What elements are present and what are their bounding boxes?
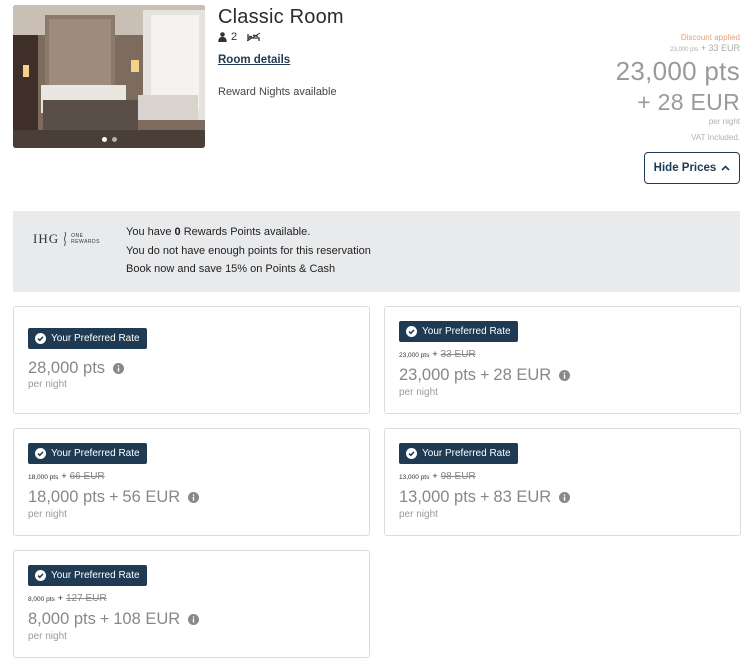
check-circle-icon (35, 333, 46, 344)
vat-label: VAT Included. (691, 133, 740, 142)
preferred-rate-badge: Your Preferred Rate (28, 565, 147, 586)
rate-card[interactable]: Your Preferred Rate 23,000 pts + 33 EUR … (384, 306, 741, 414)
info-icon[interactable] (188, 614, 200, 625)
per-night-label: per night (28, 509, 67, 520)
rate-card[interactable]: Your Preferred Rate 18,000 pts + 66 EUR … (13, 428, 370, 536)
room-details-link[interactable]: Room details (218, 54, 290, 66)
rewards-points-count: 0 (174, 226, 181, 238)
check-circle-icon (406, 326, 417, 337)
preferred-rate-badge: Your Preferred Rate (28, 443, 147, 464)
flame-icon (64, 232, 67, 246)
reward-nights-availability: Reward Nights available (218, 86, 337, 98)
room-meta: 2 (218, 31, 261, 43)
ihg-one-rewards-logo: IHG ONE REWARDS (33, 231, 100, 246)
preferred-rate-badge: Your Preferred Rate (399, 321, 518, 342)
per-night-label: per night (28, 631, 67, 642)
hide-prices-label: Hide Prices (653, 162, 717, 174)
rewards-points-line: You have 0 Rewards Points available. (126, 226, 311, 238)
preferred-rate-badge: Your Preferred Rate (28, 328, 147, 349)
rate-price: 8,000 pts + 108 EUR (28, 610, 200, 629)
original-price: 23,000 pts + 33 EUR (670, 43, 740, 53)
rewards-message: You have 0 Rewards Points available. You… (126, 223, 371, 279)
info-icon[interactable] (559, 370, 571, 381)
info-icon[interactable] (559, 492, 571, 503)
rate-card[interactable]: Your Preferred Rate 8,000 pts + 127 EUR … (13, 550, 370, 658)
rate-card[interactable]: Your Preferred Rate 28,000 pts per night (13, 306, 370, 414)
carousel-dot[interactable] (101, 137, 107, 142)
carousel-dot[interactable] (111, 137, 117, 142)
preferred-rate-badge: Your Preferred Rate (399, 443, 518, 464)
original-rate: 13,000 pts + 98 EUR (399, 471, 476, 482)
occupancy: 2 (218, 31, 237, 43)
check-circle-icon (35, 570, 46, 581)
info-icon[interactable] (113, 363, 125, 374)
bed-icon (247, 32, 261, 42)
rate-price: 18,000 pts + 56 EUR (28, 488, 200, 507)
price-points: 23,000 pts (615, 56, 740, 86)
guest-count: 2 (231, 31, 238, 43)
info-icon[interactable] (188, 492, 200, 503)
check-circle-icon (406, 448, 417, 459)
check-circle-icon (35, 448, 46, 459)
price-cash: + 28 EUR (637, 89, 740, 115)
original-rate: 18,000 pts + 66 EUR (28, 471, 105, 482)
photo-carousel-dots (13, 137, 205, 142)
per-night-label: per night (708, 117, 740, 126)
per-night-label: per night (28, 379, 67, 390)
person-icon (218, 32, 227, 42)
rate-price: 28,000 pts (28, 359, 125, 378)
price-summary: Discount applied 23,000 pts + 33 EUR 23,… (520, 33, 740, 142)
rewards-banner: IHG ONE REWARDS You have 0 Rewards Point… (13, 211, 740, 292)
rewards-savings-line: Book now and save 15% on Points & Cash (126, 263, 336, 275)
discount-applied-label: Discount applied (680, 33, 740, 42)
per-night-label: per night (399, 387, 438, 398)
chevron-up-icon (721, 165, 730, 171)
original-rate: 23,000 pts + 33 EUR (399, 349, 476, 360)
rate-price: 13,000 pts + 83 EUR (399, 488, 571, 507)
original-rate: 8,000 pts + 127 EUR (28, 593, 107, 604)
rewards-insufficient-line: You do not have enough points for this r… (126, 244, 371, 257)
room-title: Classic Room (218, 6, 344, 28)
room-photo[interactable] (13, 5, 205, 148)
hide-prices-button[interactable]: Hide Prices (644, 152, 740, 184)
room-photo-image (13, 5, 205, 148)
rate-card[interactable]: Your Preferred Rate 13,000 pts + 98 EUR … (384, 428, 741, 536)
rate-price: 23,000 pts + 28 EUR (399, 366, 571, 385)
per-night-label: per night (399, 509, 438, 520)
